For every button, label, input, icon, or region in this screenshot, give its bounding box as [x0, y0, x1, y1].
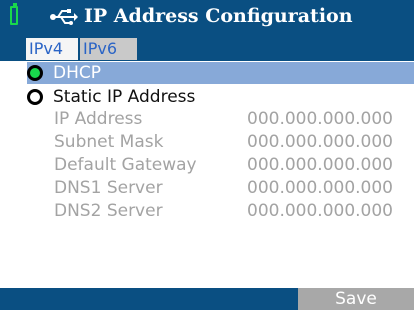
dns1-server-value: 000.000.000.000 [247, 178, 394, 198]
default-gateway-field: Default Gateway 000.000.000.000 [54, 154, 414, 176]
dns2-server-field: DNS2 Server 000.000.000.000 [54, 200, 414, 222]
title-bar: IP Address Configuration [0, 0, 414, 34]
window-title: IP Address Configuration [84, 5, 353, 27]
dns1-server-field: DNS1 Server 000.000.000.000 [54, 177, 414, 199]
dns1-server-label: DNS1 Server [54, 178, 163, 198]
radio-on-icon[interactable] [27, 65, 43, 81]
tab-ipv6[interactable]: IPv6 [80, 38, 137, 60]
dns2-server-label: DNS2 Server [54, 201, 163, 221]
tab-bar: IPv4 IPv6 [0, 34, 414, 61]
subnet-mask-label: Subnet Mask [54, 132, 164, 152]
dns2-server-value: 000.000.000.000 [247, 201, 394, 221]
save-button[interactable]: Save [298, 288, 414, 310]
battery-icon [10, 3, 18, 25]
default-gateway-label: Default Gateway [54, 155, 197, 175]
static-ip-label: Static IP Address [53, 87, 196, 107]
static-ip-option[interactable]: Static IP Address [27, 86, 414, 108]
subnet-mask-field: Subnet Mask 000.000.000.000 [54, 131, 414, 153]
ip-address-field: IP Address 000.000.000.000 [54, 108, 414, 130]
usb-icon [50, 9, 78, 25]
subnet-mask-value: 000.000.000.000 [247, 132, 394, 152]
dhcp-label: DHCP [53, 63, 101, 83]
dhcp-option[interactable]: DHCP [27, 62, 414, 84]
ip-address-value: 000.000.000.000 [247, 109, 394, 129]
ip-address-label: IP Address [54, 109, 143, 129]
radio-off-icon[interactable] [27, 89, 43, 105]
default-gateway-value: 000.000.000.000 [247, 155, 394, 175]
tab-ipv4[interactable]: IPv4 [26, 38, 78, 60]
